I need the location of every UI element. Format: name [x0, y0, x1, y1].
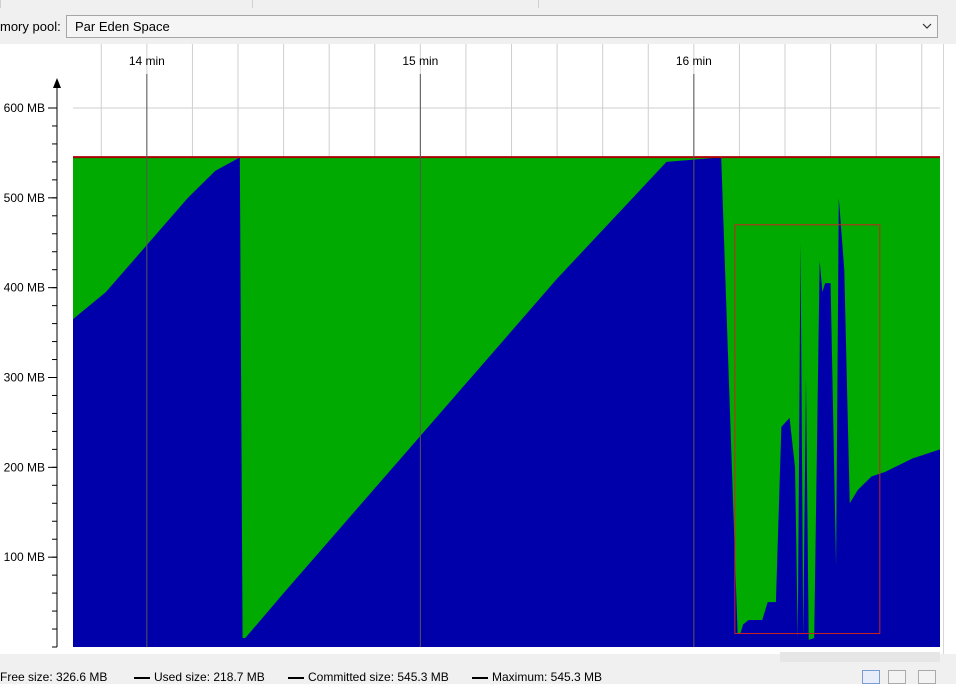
y-tick-label: 600 MB [4, 101, 45, 115]
memory-pool-selected-value: Par Eden Space [75, 19, 170, 34]
legend-committed: Committed size: 545.3 MB [288, 670, 449, 684]
chevron-down-icon[interactable] [921, 18, 933, 34]
memory-pool-dropdown[interactable]: Par Eden Space [66, 15, 938, 38]
legend-used: Used size: 218.7 MB [134, 670, 265, 684]
tab-separator [252, 0, 253, 8]
x-tick-label: 16 min [676, 54, 712, 68]
memory-pool-label: mory pool: [0, 19, 61, 34]
y-tick-label: 200 MB [4, 460, 45, 474]
tab-separator [0, 0, 1, 8]
y-tick-label: 100 MB [4, 550, 45, 564]
memory-pool-row: mory pool: Par Eden Space [0, 8, 956, 44]
legend-maximum: Maximum: 545.3 MB [472, 670, 602, 684]
zoom-fit-button[interactable] [918, 670, 936, 684]
y-tick-label: 500 MB [4, 191, 45, 205]
y-tick-label: 300 MB [4, 371, 45, 385]
zoom-in-button[interactable] [862, 670, 880, 684]
chart-right-border [943, 44, 956, 654]
zoom-out-button[interactable] [888, 670, 906, 684]
y-tick-label: 400 MB [4, 281, 45, 295]
horizontal-scrollbar[interactable] [780, 652, 940, 662]
x-tick-label: 14 min [129, 54, 165, 68]
memory-usage-chart: 100 MB 200 MB 300 MB 400 MB 500 MB 600 MB 14 m… [0, 44, 943, 654]
legend: Free size: 326.6 MB Used size: 218.7 MB … [0, 664, 956, 684]
x-tick-label: 15 min [402, 54, 438, 68]
legend-free: Free size: 326.6 MB [0, 670, 108, 684]
memory-chart-panel: 100 MB 200 MB 300 MB 400 MB 500 MB 600 MB 14 m… [0, 44, 956, 654]
tab-separator [538, 0, 539, 8]
